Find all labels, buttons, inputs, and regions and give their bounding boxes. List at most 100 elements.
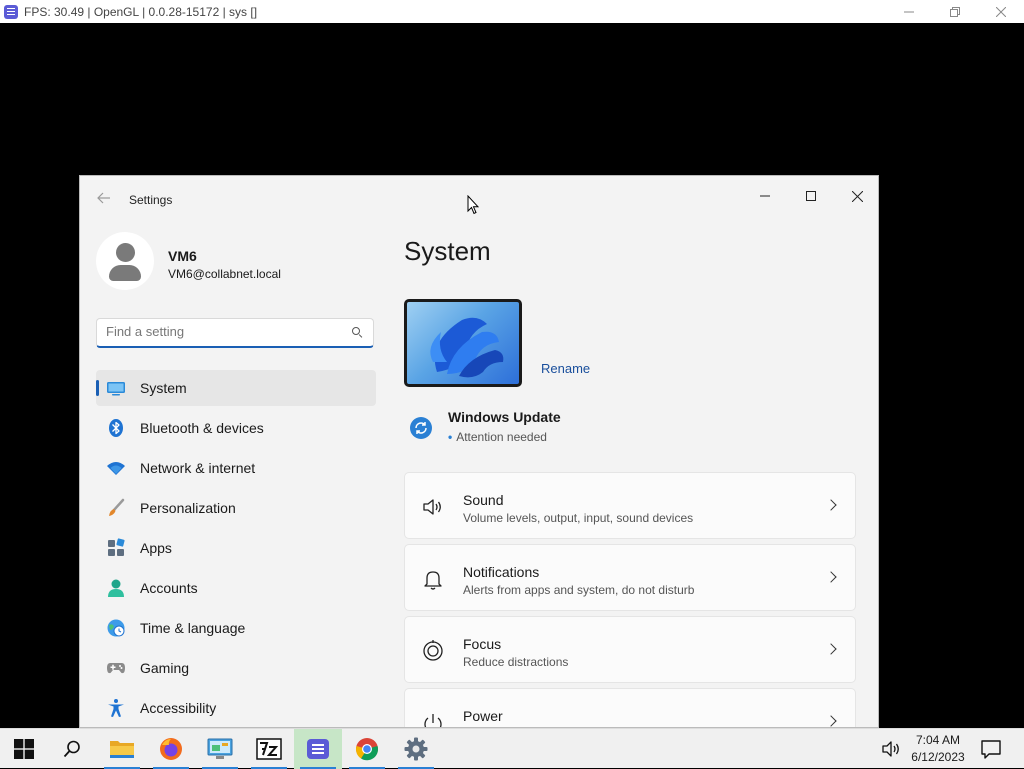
sidebar-item-label: Network & internet xyxy=(140,460,256,476)
globe-clock-icon xyxy=(107,619,125,637)
accessibility-icon xyxy=(108,699,124,717)
taskbar-search-button[interactable] xyxy=(48,729,96,769)
sidebar-item-time-language[interactable]: Time & language xyxy=(96,610,376,646)
settings-titlebar[interactable]: Settings xyxy=(80,176,878,222)
sidebar-item-accounts[interactable]: Accounts xyxy=(96,570,376,606)
card-subtitle: Alerts from apps and system, do not dist… xyxy=(463,583,695,597)
firefox-icon xyxy=(160,738,182,760)
card-notifications[interactable]: Notifications Alerts from apps and syste… xyxy=(404,544,856,611)
window-title: Settings xyxy=(129,193,173,207)
back-button[interactable] xyxy=(94,190,114,210)
page-title: System xyxy=(404,236,491,266)
user-email: VM6@collabnet.local xyxy=(168,267,281,281)
settings-cards: Sound Volume levels, output, input, soun… xyxy=(404,472,856,727)
host-close-button[interactable] xyxy=(978,0,1024,23)
host-title: FPS: 30.49 | OpenGL | 0.0.28-15172 | sys… xyxy=(24,4,258,19)
wifi-icon xyxy=(107,462,125,475)
device-wallpaper-thumbnail xyxy=(404,299,522,387)
host-restore-button[interactable] xyxy=(932,0,978,23)
sidebar-item-label: System xyxy=(140,380,187,396)
user-name: VM6 xyxy=(168,248,197,264)
taskbar-7zip[interactable] xyxy=(245,729,293,769)
focus-icon xyxy=(423,640,443,661)
clock-date: 6/12/2023 xyxy=(911,750,965,764)
sidebar-item-apps[interactable]: Apps xyxy=(96,530,376,566)
sidebar-item-label: Apps xyxy=(140,540,172,556)
status-dot-icon: • xyxy=(448,430,453,444)
rename-link[interactable]: Rename xyxy=(541,361,590,376)
close-button[interactable] xyxy=(834,181,878,211)
sidebar-item-label: Personalization xyxy=(140,500,236,516)
sync-icon xyxy=(415,422,427,434)
close-icon xyxy=(851,190,863,202)
card-title: Power xyxy=(463,708,503,724)
notification-center-icon[interactable] xyxy=(979,737,1003,761)
minimize-icon xyxy=(760,195,770,197)
sidebar-item-network[interactable]: Network & internet xyxy=(96,450,376,486)
start-button[interactable] xyxy=(0,729,48,769)
avatar[interactable] xyxy=(96,232,154,290)
sidebar-item-bluetooth[interactable]: Bluetooth & devices xyxy=(96,410,376,446)
back-arrow-icon xyxy=(97,192,110,204)
search-icon xyxy=(63,740,80,758)
sidebar-item-label: Time & language xyxy=(140,620,246,636)
sidebar-item-label: Accessibility xyxy=(140,700,217,716)
host-minimize-button[interactable] xyxy=(886,0,932,23)
system-icon xyxy=(107,382,125,396)
minimize-button[interactable] xyxy=(742,181,788,211)
host-titlebar: FPS: 30.49 | OpenGL | 0.0.28-15172 | sys… xyxy=(0,0,1024,23)
card-subtitle: Volume levels, output, input, sound devi… xyxy=(463,511,694,525)
taskbar: 7:04 AM 6/12/2023 xyxy=(0,728,1024,769)
windows-update-title[interactable]: Windows Update xyxy=(448,409,561,425)
sidebar-item-personalization[interactable]: Personalization xyxy=(96,490,376,526)
sidebar-item-label: Accounts xyxy=(140,580,198,596)
card-title: Focus xyxy=(463,636,502,652)
settings-window: Settings VM6 VM6@collabnet.local Find a … xyxy=(79,175,879,728)
search-input[interactable] xyxy=(106,324,336,339)
card-sound[interactable]: Sound Volume levels, output, input, soun… xyxy=(404,472,856,539)
sidebar-item-gaming[interactable]: Gaming xyxy=(96,650,376,686)
sidebar-item-system[interactable]: System xyxy=(96,370,376,406)
maximize-button[interactable] xyxy=(788,181,834,211)
brush-icon xyxy=(109,498,125,516)
taskbar-control-panel[interactable] xyxy=(196,729,244,769)
user-profile[interactable]: VM6 VM6@collabnet.local xyxy=(96,232,376,296)
clock-time: 7:04 AM xyxy=(915,733,961,747)
sidebar-item-label: Bluetooth & devices xyxy=(140,420,264,436)
avatar-body-icon xyxy=(109,265,141,281)
card-title: Notifications xyxy=(463,564,540,580)
bell-icon xyxy=(424,571,442,590)
accounts-icon xyxy=(108,579,124,597)
chevron-right-icon xyxy=(825,643,837,655)
card-focus[interactable]: Focus Reduce distractions xyxy=(404,616,856,683)
card-power[interactable]: Power xyxy=(404,688,856,727)
gamepad-icon xyxy=(107,663,125,674)
chevron-right-icon xyxy=(825,715,837,727)
volume-icon[interactable] xyxy=(881,739,905,759)
minimize-icon xyxy=(904,11,914,12)
card-subtitle: Reduce distractions xyxy=(463,655,569,669)
windows-bloom-icon xyxy=(430,317,504,378)
card-title: Sound xyxy=(463,492,504,508)
windows-update-status-text: Attention needed xyxy=(456,430,547,444)
apps-icon xyxy=(108,538,125,556)
taskbar-settings[interactable] xyxy=(392,729,440,769)
sidebar-nav: System Bluetooth & devices Network & int… xyxy=(96,370,376,727)
taskbar-clock[interactable]: 7:04 AM 6/12/2023 xyxy=(907,732,969,766)
chevron-right-icon xyxy=(825,499,837,511)
file-explorer-icon xyxy=(110,741,134,758)
chrome-icon xyxy=(355,738,379,761)
close-icon xyxy=(996,6,1006,17)
taskbar-file-explorer[interactable] xyxy=(98,729,146,769)
windows-update-icon[interactable] xyxy=(410,417,432,439)
search-icon[interactable] xyxy=(352,327,361,336)
app-window-icon xyxy=(307,739,329,759)
taskbar-chrome[interactable] xyxy=(343,729,391,769)
sidebar-item-label: Gaming xyxy=(140,660,190,676)
taskbar-firefox[interactable] xyxy=(147,729,195,769)
taskbar-app-window[interactable] xyxy=(294,729,342,769)
sidebar-item-accessibility[interactable]: Accessibility xyxy=(96,690,376,726)
mouse-cursor-icon xyxy=(467,195,479,215)
search-box[interactable] xyxy=(96,318,374,348)
windows-update-status: • Attention needed xyxy=(448,430,547,444)
